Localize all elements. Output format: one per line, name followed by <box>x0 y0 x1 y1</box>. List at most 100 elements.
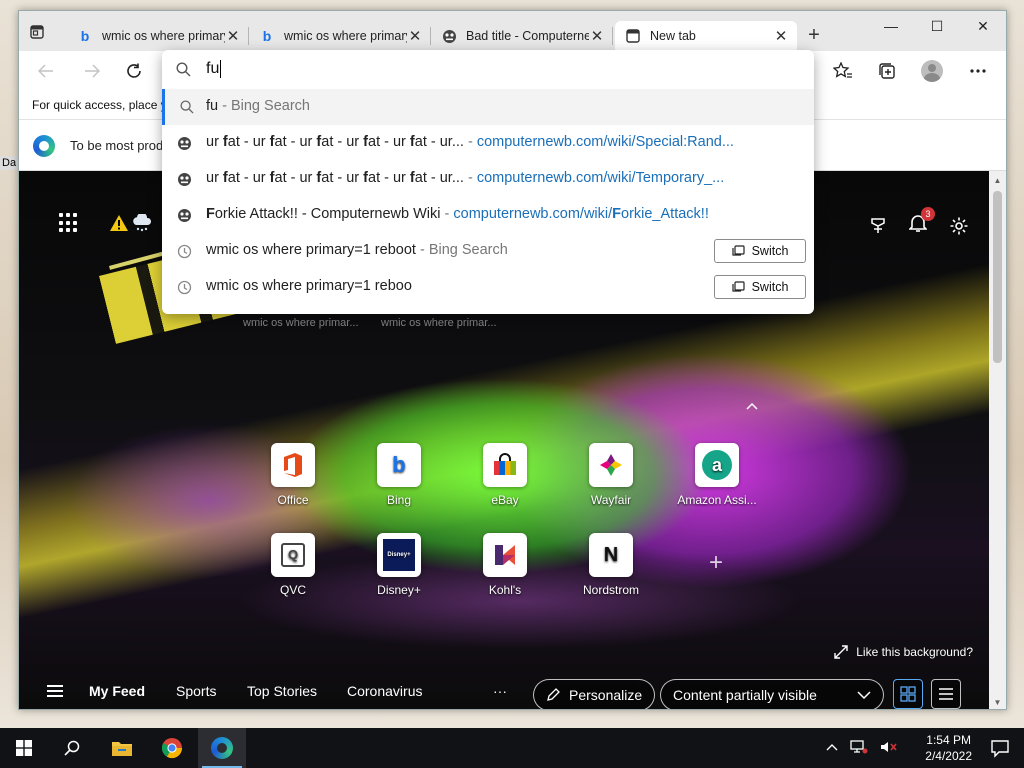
collections-button[interactable] <box>874 59 900 83</box>
volume-muted-icon[interactable] <box>880 740 898 754</box>
forward-arrow-icon <box>85 64 100 78</box>
action-center-icon[interactable] <box>990 738 1010 758</box>
amazon-assistant-icon: a <box>695 443 739 487</box>
profile-button[interactable] <box>919 59 945 83</box>
start-button[interactable] <box>0 728 48 768</box>
search-icon <box>176 62 191 77</box>
suggestion-bing-search[interactable]: fu - Bing Search <box>162 89 814 125</box>
list-layout-button[interactable] <box>931 679 961 709</box>
settings-more-button[interactable] <box>965 59 991 83</box>
chevron-up-icon[interactable] <box>744 399 760 415</box>
refresh-button[interactable] <box>123 61 145 81</box>
tile-label: QVC <box>279 583 306 597</box>
scroll-up-arrow-icon[interactable]: ▲ <box>993 177 1002 185</box>
back-arrow-icon <box>38 64 53 78</box>
taskbar-clock[interactable]: 1:54 PM 2/4/2022 <box>925 732 972 764</box>
page-scrollbar[interactable]: ▲ ▼ <box>989 171 1006 709</box>
suggestion-text: wmic os where primary=1 reboo <box>206 278 412 294</box>
taskbar: 1:54 PM 2/4/2022 <box>0 728 1024 768</box>
feed-tab-my-feed[interactable]: My Feed <box>89 683 145 699</box>
personalize-button[interactable]: Personalize <box>533 679 656 709</box>
suggestion-history-reboot[interactable]: wmic os where primary=1 reboot - Bing Se… <box>162 233 814 269</box>
quick-link-nordstrom[interactable]: N Nordstrom <box>571 533 651 597</box>
quick-link-wayfair[interactable]: Wayfair <box>571 443 651 507</box>
suggestion-wiki-random[interactable]: ur fat - ur fat - ur fat - ur fat - ur f… <box>162 125 814 161</box>
taskbar-chrome[interactable] <box>148 728 196 768</box>
feed-bar: My Feed Sports Top Stories Coronavirus ·… <box>19 671 991 709</box>
tab-bing-search-2[interactable]: b wmic os where primary=1 reboo - Bing S… <box>249 21 431 51</box>
bing-icon: b <box>377 443 421 487</box>
suggestion-history-reboo[interactable]: wmic os where primary=1 reboo Switch <box>162 269 814 305</box>
quick-link-kohls[interactable]: Kohl's <box>465 533 545 597</box>
wiki-site-icon <box>441 28 457 44</box>
content-visibility-dropdown[interactable]: Content partially visible <box>660 679 884 709</box>
grid-layout-button[interactable] <box>893 679 923 709</box>
taskbar-edge[interactable] <box>198 728 246 768</box>
feed-tab-top-stories[interactable]: Top Stories <box>247 683 317 699</box>
tile-label: eBay <box>491 493 519 507</box>
ntp-top-left <box>59 213 153 233</box>
close-icon[interactable]: ✕ <box>589 27 605 45</box>
text-caret <box>220 60 222 78</box>
weather-widget[interactable] <box>109 214 153 232</box>
shopping-bag-icon <box>483 443 527 487</box>
ntp-top-right: 3 <box>869 207 969 238</box>
feed-tab-sports[interactable]: Sports <box>176 683 216 699</box>
tab-actions-button[interactable] <box>25 21 49 43</box>
scroll-down-arrow-icon[interactable]: ▼ <box>993 699 1002 707</box>
switch-to-tab-button[interactable]: Switch <box>714 239 806 263</box>
scrollbar-thumb[interactable] <box>993 191 1002 363</box>
hamburger-menu-icon[interactable] <box>47 685 63 697</box>
tab-bing-search-1[interactable]: b wmic os where primary=1 reboot - Bing … <box>67 21 249 51</box>
address-bar-input[interactable]: fu <box>162 50 814 88</box>
tab-computernewb-wiki[interactable]: Bad title - Computernewb Wiki ✕ <box>431 21 613 51</box>
suggestion-wiki-temporary[interactable]: ur fat - ur fat - ur fat - ur fat - ur f… <box>162 161 814 197</box>
like-background-button[interactable]: Like this background? <box>834 645 973 659</box>
tile-label: Office <box>277 493 309 507</box>
close-window-button[interactable]: ✕ <box>960 11 1006 41</box>
chevron-up-icon[interactable] <box>826 743 838 751</box>
add-quick-link-button[interactable]: + <box>704 551 728 575</box>
feed-tab-coronavirus[interactable]: Coronavirus <box>347 683 422 699</box>
close-icon[interactable]: ✕ <box>773 27 789 45</box>
minimize-button[interactable]: — <box>868 11 914 41</box>
suggestion-forkie-attack[interactable]: Forkie Attack!! - Computernewb Wiki - co… <box>162 197 814 233</box>
maximize-button[interactable]: ☐ <box>914 11 960 41</box>
quick-link-bing[interactable]: b Bing <box>359 443 439 507</box>
gear-icon[interactable] <box>949 216 969 236</box>
notifications-button[interactable]: 3 <box>908 207 935 238</box>
suggestion-url: computernewb.com/wiki/Special:Rand... <box>476 134 734 150</box>
taskbar-file-explorer[interactable] <box>98 728 146 768</box>
suggestion-source: - Bing Search <box>415 242 508 258</box>
desktop-icon-label[interactable]: Da <box>0 156 19 170</box>
favorites-star-icon <box>833 62 852 78</box>
wayfair-icon <box>589 443 633 487</box>
collections-icon <box>879 63 895 79</box>
folder-icon <box>112 742 132 756</box>
tab-new-tab[interactable]: New tab ✕ <box>615 21 797 51</box>
feed-more-button[interactable]: ··· <box>493 683 507 699</box>
tab-label: New tab <box>650 29 696 43</box>
rewards-icon[interactable] <box>869 217 887 235</box>
suggestion-source: - Bing Search <box>218 98 310 114</box>
tab-strip: b wmic os where primary=1 reboot - Bing … <box>19 11 1006 51</box>
switch-tab-icon <box>731 245 745 256</box>
forward-button[interactable] <box>81 61 103 81</box>
taskbar-search-button[interactable] <box>48 728 96 768</box>
close-icon[interactable]: ✕ <box>225 27 241 45</box>
quick-link-qvc[interactable]: Q QVC <box>253 533 333 597</box>
quick-link-office[interactable]: Office <box>253 443 333 507</box>
quick-link-disney-plus[interactable]: Disney+ Disney+ <box>359 533 439 597</box>
network-icon[interactable] <box>850 740 868 754</box>
close-icon[interactable]: ✕ <box>407 27 423 45</box>
back-button[interactable] <box>35 61 57 81</box>
apps-launcher-icon[interactable] <box>59 213 79 233</box>
chrome-icon <box>161 738 183 759</box>
add-favorite-button[interactable] <box>830 59 856 83</box>
new-tab-button[interactable]: + <box>803 25 825 45</box>
chevron-down-icon <box>857 691 871 699</box>
quick-link-ebay[interactable]: eBay <box>465 443 545 507</box>
quick-link-amazon-assistant[interactable]: a Amazon Assi... <box>677 443 757 507</box>
windows-logo-icon <box>16 740 32 756</box>
switch-to-tab-button[interactable]: Switch <box>714 275 806 299</box>
